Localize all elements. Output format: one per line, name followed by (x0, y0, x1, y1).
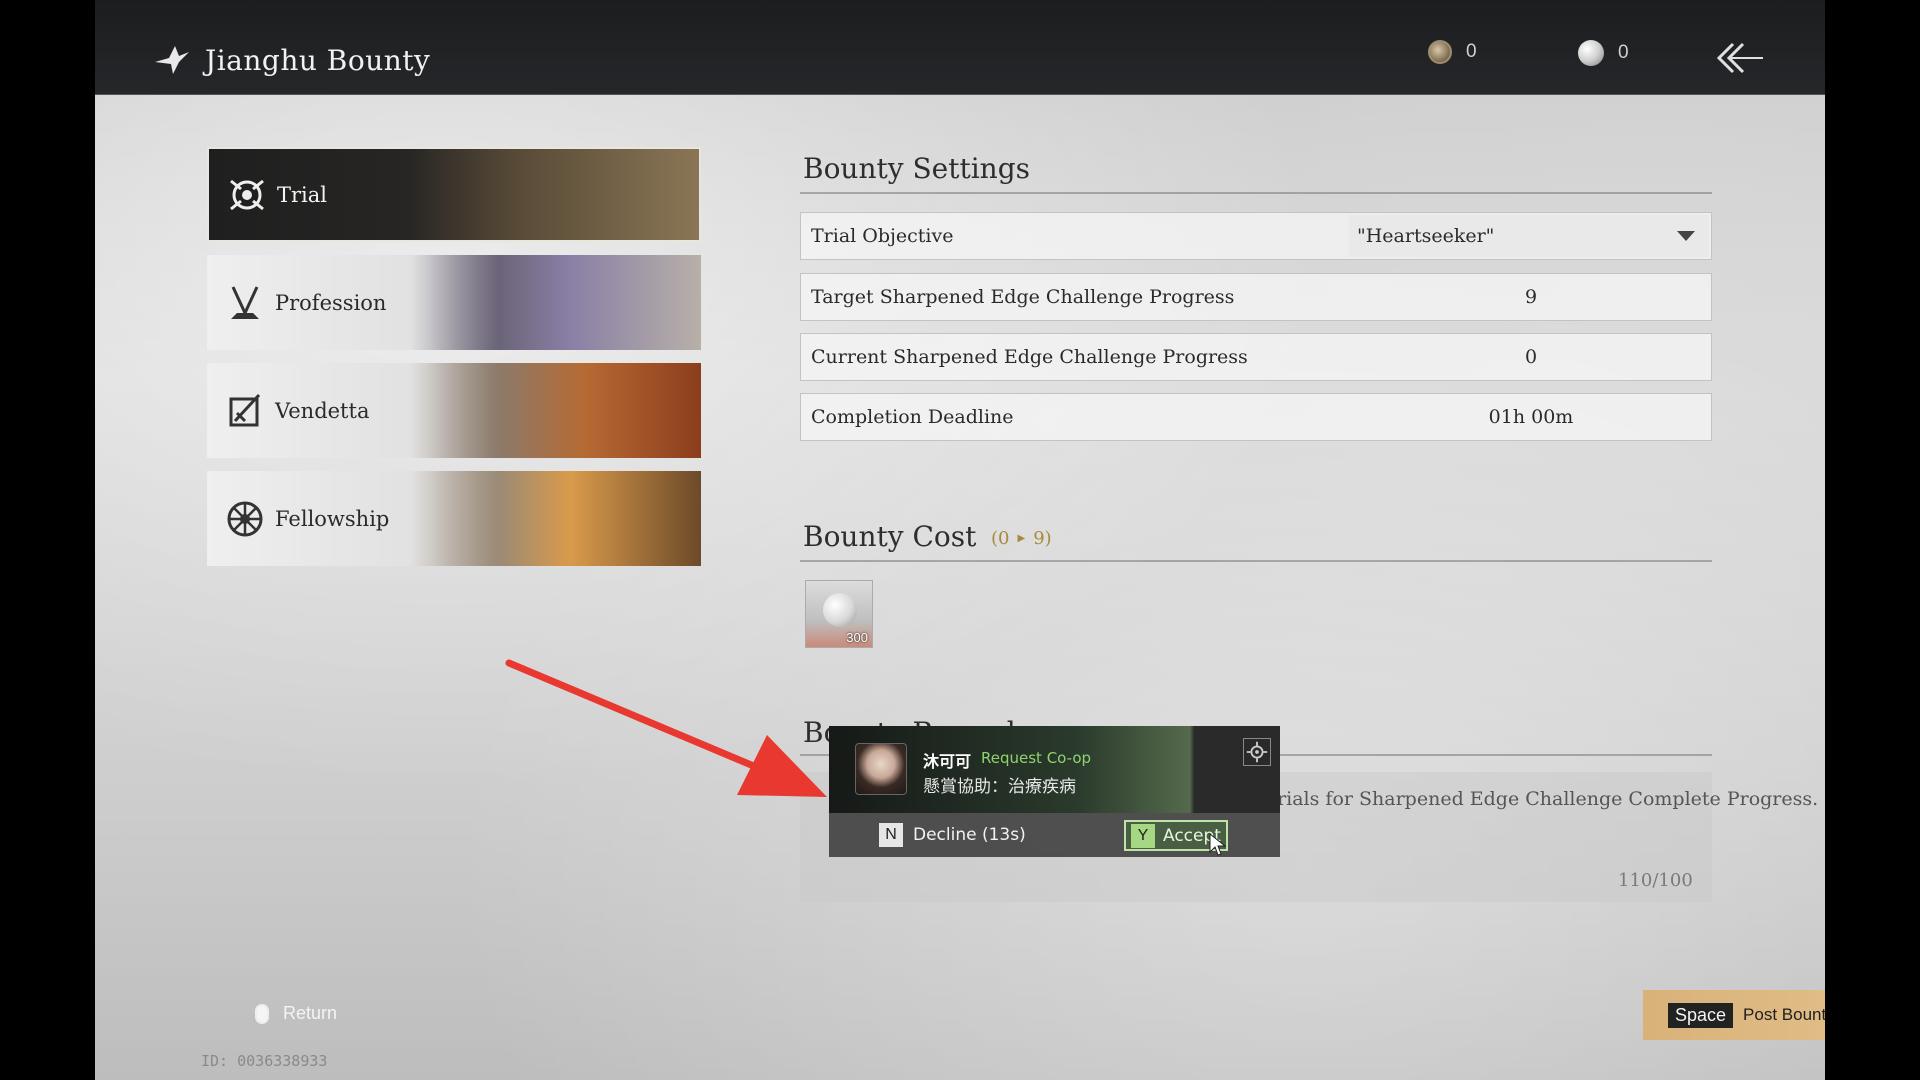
cost-item-quantity: 300 (846, 630, 868, 645)
pearl-count: 0 (1618, 42, 1629, 63)
game-screen: Jianghu Bounty 0 0 Trial Profession Vend… (95, 0, 1825, 1080)
menu-item-label: Vendetta (275, 398, 370, 423)
menu-item-vendetta[interactable]: Vendetta (207, 363, 701, 458)
requester-name: 沐可可 (923, 752, 972, 771)
return-button[interactable]: Return (255, 1003, 337, 1024)
key-hint: N (879, 823, 903, 847)
decline-label: Decline (13s) (913, 825, 1026, 845)
menu-item-label: Trial (277, 182, 327, 207)
gear-icon[interactable] (1243, 738, 1271, 766)
cost-item-slot[interactable]: 300 (805, 580, 873, 648)
current-progress-row: Current Sharpened Edge Challenge Progres… (800, 333, 1712, 381)
red-arrow-annotation (505, 659, 827, 797)
settings-title: Bounty Settings (803, 152, 1031, 185)
coin-counter: 0 (1428, 40, 1477, 64)
pearl-counter: 0 (1578, 40, 1629, 66)
remark-char-count: 110/100 (1618, 870, 1693, 891)
row-label: Target Sharpened Edge Challenge Progress (811, 286, 1235, 308)
post-bounty-label: Post Bounty (1743, 1005, 1825, 1024)
top-bar: Jianghu Bounty 0 0 (95, 0, 1825, 95)
profession-thumbnail (411, 255, 701, 350)
coin-icon (1428, 40, 1452, 64)
vendetta-thumbnail (411, 363, 701, 458)
divider (800, 192, 1712, 194)
cost-range-from: (0 (991, 528, 1010, 549)
vendetta-icon (229, 393, 261, 426)
pearl-icon (1578, 40, 1604, 66)
back-arrow-icon[interactable] (1715, 40, 1765, 76)
row-label: Completion Deadline (811, 406, 1014, 428)
target-progress-row: Target Sharpened Edge Challenge Progress… (800, 273, 1712, 321)
select-value: "Heartseeker" (1357, 225, 1495, 247)
chevron-down-icon (1677, 231, 1695, 241)
post-bounty-button[interactable]: Space Post Bounty (1643, 990, 1825, 1040)
mouse-cursor-icon (1209, 833, 1227, 856)
popup-header: 沐可可 Request Co-op 懸賞協助：治療疾病 (829, 726, 1280, 813)
menu-item-label: Fellowship (275, 506, 390, 531)
mouse-icon (255, 1003, 269, 1024)
trial-objective-select[interactable]: "Heartseeker" (1349, 215, 1709, 257)
row-label: Trial Objective (811, 225, 954, 247)
menu-item-profession[interactable]: Profession (207, 255, 701, 350)
menu-item-label: Profession (275, 290, 387, 315)
page-title: Jianghu Bounty (205, 44, 431, 77)
avatar (855, 743, 907, 795)
cost-range-to: 9) (1033, 528, 1052, 549)
current-progress-value: 0 (1524, 346, 1538, 368)
decline-button[interactable]: N Decline (13s) (879, 821, 1026, 849)
trial-objective-row: Trial Objective "Heartseeker" (800, 212, 1712, 260)
cost-range: (0 ▶ 9) (991, 528, 1052, 549)
request-subtitle: 懸賞協助：治療疾病 (923, 777, 1076, 797)
deadline-row: Completion Deadline 01h 00m (800, 393, 1712, 441)
deadline-value[interactable]: 01h 00m (1349, 406, 1713, 428)
trial-icon (230, 179, 264, 210)
key-hint: Y (1131, 823, 1155, 848)
return-label: Return (283, 1003, 338, 1023)
trial-thumbnail (409, 149, 699, 240)
remark-text: e the trials for Sharpened Edge Challeng… (1215, 788, 1819, 810)
divider (800, 560, 1712, 562)
request-type: Request Co-op (981, 749, 1092, 767)
menu-item-trial[interactable]: Trial (207, 147, 701, 242)
key-hint: Space (1668, 1002, 1734, 1028)
coin-count: 0 (1466, 41, 1477, 62)
cost-title: Bounty Cost (803, 520, 977, 553)
fellowship-thumbnail (411, 471, 701, 566)
pearl-icon (823, 593, 857, 627)
player-id: ID: 0036338933 (201, 1052, 328, 1070)
triangle-right-icon: ▶ (1017, 533, 1026, 544)
profession-icon (231, 285, 259, 319)
bird-icon (155, 46, 189, 74)
target-progress-value[interactable]: 9 (1349, 286, 1713, 308)
menu-item-fellowship[interactable]: Fellowship (207, 471, 701, 566)
row-label: Current Sharpened Edge Challenge Progres… (811, 346, 1248, 368)
fellowship-icon (227, 501, 263, 536)
